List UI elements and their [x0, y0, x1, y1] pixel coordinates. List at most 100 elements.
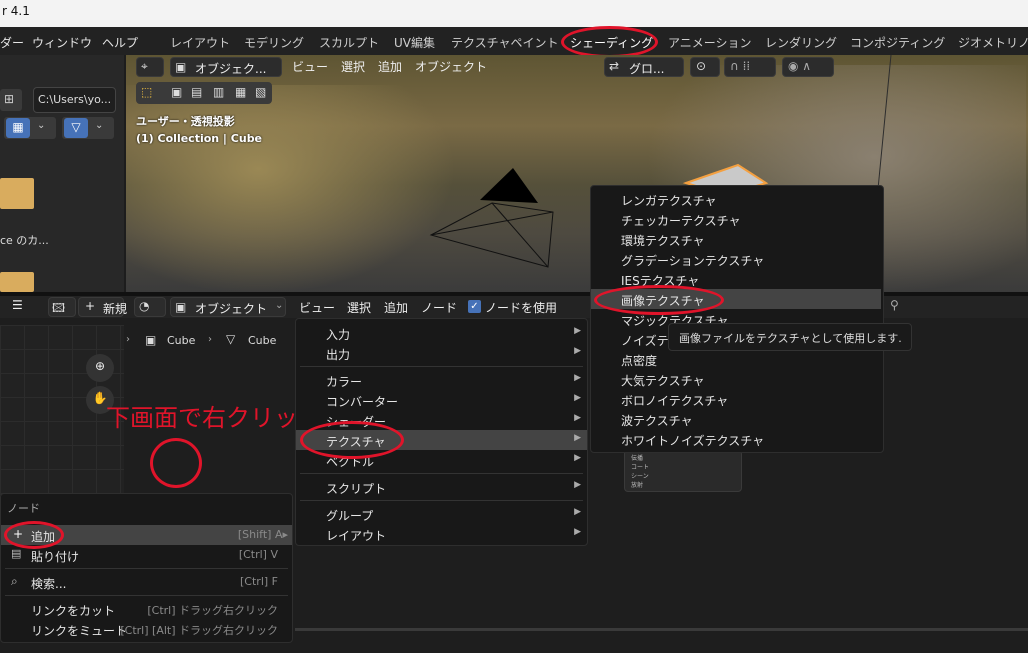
object-icon: ▣ [175, 300, 187, 314]
menu-item-layout[interactable]: レイアウト ▶ [296, 524, 587, 544]
menu-help[interactable]: ヘルプ [102, 34, 138, 51]
object-mode-icon: ▣ [175, 60, 187, 74]
folder-icon[interactable] [0, 272, 34, 292]
shader-editor-icon: ◔ [139, 299, 150, 313]
tab-animation[interactable]: アニメーション [668, 34, 752, 51]
menu-item-label: 貼り付け [31, 550, 80, 564]
transform-orientation-dropdown[interactable]: ⇄ グロ... [604, 57, 684, 77]
thumbnail-grid-icon: ▦ [6, 118, 30, 138]
zoom-icon[interactable]: ⊕ [86, 354, 114, 382]
menu-item-gradient-texture[interactable]: グラデーションテクスチャ [591, 249, 883, 269]
select-intersect-icon[interactable]: ▧ [255, 85, 266, 99]
menu-item-label: カラー [326, 375, 363, 389]
menu-item-label: 波テクスチャ [621, 414, 693, 428]
menu-item-label: グループ [326, 509, 374, 523]
menu-item-environment-texture[interactable]: 環境テクスチャ [591, 229, 883, 249]
submenu-arrow-icon: ▶ [574, 413, 581, 423]
mode-dropdown[interactable]: ▣ オブジェク... [170, 57, 282, 77]
menu-item-color[interactable]: カラー ▶ [296, 370, 587, 390]
menu-item-converter[interactable]: コンバーター ▶ [296, 390, 587, 410]
tab-layout[interactable]: レイアウト [170, 34, 230, 51]
menu-item-label: コンバーター [326, 395, 399, 409]
menu-item-label: 環境テクスチャ [621, 234, 705, 248]
snap-button[interactable]: ∩ ⁞⁞ [724, 57, 776, 77]
menu-item-cut-links[interactable]: リンクをカット [Ctrl] ドラッグ右クリック [1, 599, 292, 619]
node-menu-node[interactable]: ノード [421, 299, 457, 316]
menu-separator [5, 568, 288, 569]
filter-button[interactable]: ▽ ⌄ [62, 117, 114, 139]
tab-geometry-nodes[interactable]: ジオメトリノー [958, 34, 1028, 51]
viewport-menu-view[interactable]: ビュー [292, 58, 328, 75]
submenu-arrow-icon: ▶ [574, 433, 581, 443]
viewport-menu-add[interactable]: 追加 [378, 58, 402, 75]
tab-compositing[interactable]: コンポジティング [850, 34, 945, 51]
hamburger-icon[interactable]: ☰ [12, 298, 23, 312]
tab-uv-editing[interactable]: UV編集 [394, 34, 435, 51]
menu-item-search[interactable]: ⌕ 検索... [Ctrl] F [1, 572, 292, 592]
menu-item-brick-texture[interactable]: レンガテクスチャ [591, 189, 883, 209]
paste-icon: ▤ [11, 547, 22, 560]
highlight-ring-texture [300, 421, 404, 459]
node-editor-type-button[interactable]: ◔ [134, 297, 166, 317]
tab-texture-paint[interactable]: テクスチャペイント [451, 34, 559, 51]
tab-modeling[interactable]: モデリング [244, 34, 304, 51]
menu-item-label: リンクをミュート [31, 624, 128, 638]
image-browse-button[interactable]: 🖾 [48, 297, 76, 317]
menu-item-voronoi-texture[interactable]: ボロノイテクスチャ [591, 389, 883, 409]
menu-item-white-noise-texture[interactable]: ホワイトノイズテクスチャ [591, 429, 883, 449]
tooltip: 画像ファイルをテクスチャとして使用します. [668, 323, 912, 351]
folder-icon[interactable] [0, 178, 34, 209]
path-field[interactable]: C:\Users\yo... [33, 87, 116, 113]
view-name-label: ユーザー・透視投影 [136, 115, 235, 128]
highlight-ring-image-texture [594, 285, 724, 315]
proportional-edit-button[interactable]: ◉ ∧ [782, 57, 834, 77]
context-menu-title: ノード [7, 502, 40, 515]
highlight-ring-add [4, 521, 64, 549]
pivot-button[interactable]: ⊙ [690, 57, 720, 77]
select-subtract-icon[interactable]: ▥ [213, 85, 224, 99]
menu-item-point-density[interactable]: 点密度 [591, 349, 883, 369]
file-item-label[interactable]: ce のカ... [0, 232, 49, 248]
menu-item-label: リンクをカット [31, 604, 116, 618]
tab-rendering[interactable]: レンダリング [765, 34, 837, 51]
display-mode-button[interactable]: ▦ ⌄ [4, 117, 56, 139]
breadcrumb-object[interactable]: Cube [167, 334, 195, 347]
menu-render[interactable]: ダー [0, 34, 24, 51]
menu-item-wave-texture[interactable]: 波テクスチャ [591, 409, 883, 429]
breadcrumb-mesh[interactable]: Cube [248, 334, 276, 347]
camera-triangle [480, 168, 538, 203]
viewport-menu-select[interactable]: 選択 [341, 58, 365, 75]
collection-label: (1) Collection | Cube [136, 132, 263, 145]
node-object-dropdown[interactable]: ▣ オブジェクト ⌄ [170, 297, 286, 317]
camera-line [430, 211, 554, 236]
tab-sculpt[interactable]: スカルプト [319, 34, 379, 51]
pin-icon[interactable]: ⚲ [890, 298, 899, 312]
menu-item-input[interactable]: 入力 ▶ [296, 323, 587, 343]
use-nodes-checkbox[interactable]: ✓ [468, 300, 481, 313]
node-menu-select[interactable]: 選択 [347, 299, 371, 316]
node-menu-view[interactable]: ビュー [299, 299, 335, 316]
menu-item-output[interactable]: 出力 ▶ [296, 343, 587, 363]
texture-submenu: レンガテクスチャ チェッカーテクスチャ 環境テクスチャ グラデーションテクスチャ… [590, 185, 884, 453]
chevron-down-icon: ⌄ [37, 120, 46, 131]
node-menu-add[interactable]: 追加 [384, 299, 408, 316]
select-new-icon[interactable]: ▣ [171, 85, 182, 99]
orientation-label: グロ... [629, 62, 665, 76]
menu-item-sky-texture[interactable]: 大気テクスチャ [591, 369, 883, 389]
menu-item-label: 出力 [326, 348, 351, 362]
menu-item-script[interactable]: スクリプト ▶ [296, 477, 587, 497]
menu-item-label: ボロノイテクスチャ [621, 394, 729, 408]
viewport-menu-object[interactable]: オブジェクト [415, 58, 487, 75]
node-preview[interactable]: 伝播 コート シーン 放射 [624, 450, 742, 492]
new-image-button[interactable]: + 新規 [78, 297, 127, 317]
select-tool-icon[interactable]: ⬚ [141, 85, 152, 99]
editor-type-button[interactable]: ⌖ [136, 57, 164, 77]
menu-item-mute-links[interactable]: リンクをミュート [Ctrl] [Alt] ドラッグ右クリック [1, 619, 292, 639]
menu-item-checker-texture[interactable]: チェッカーテクスチャ [591, 209, 883, 229]
select-invert-icon[interactable]: ▦ [235, 85, 246, 99]
select-extend-icon[interactable]: ▤ [191, 85, 202, 99]
new-folder-button[interactable]: ⊞ [0, 89, 22, 111]
chevron-right-icon: › [126, 334, 130, 345]
menu-item-group[interactable]: グループ ▶ [296, 504, 587, 524]
menu-window[interactable]: ウィンドウ [32, 34, 92, 51]
